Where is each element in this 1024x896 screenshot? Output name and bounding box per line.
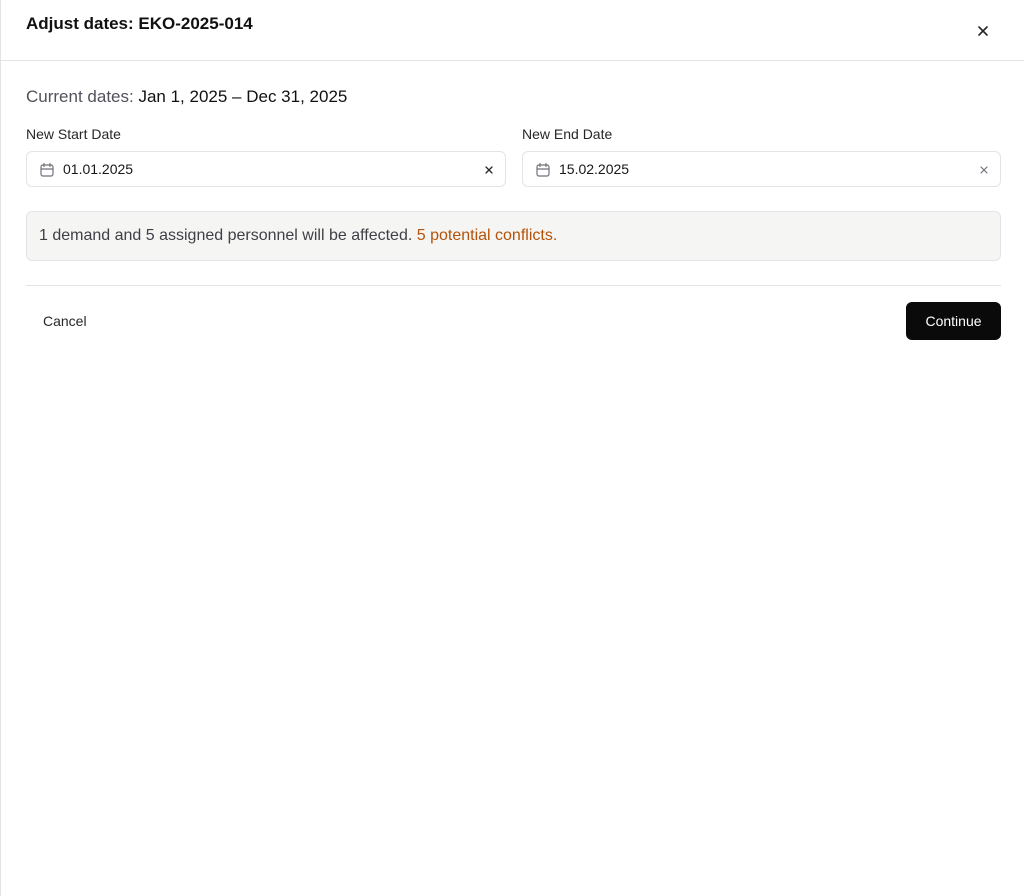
- current-dates-range: Jan 1, 2025 – Dec 31, 2025: [138, 87, 348, 106]
- impact-notice-text: 1 demand and 5 assigned personnel will b…: [39, 227, 413, 244]
- end-date-label: New End Date: [522, 126, 613, 142]
- close-button[interactable]: [971, 19, 995, 43]
- clear-icon: [485, 166, 493, 174]
- dialog-header: Adjust dates: EKO-2025-014: [1, 0, 1024, 61]
- start-date-input[interactable]: 01.01.2025: [26, 151, 506, 187]
- end-date-input[interactable]: 15.02.2025: [522, 151, 1001, 187]
- end-date-clear-button[interactable]: [977, 163, 991, 177]
- current-dates-label: Current dates:: [26, 87, 134, 106]
- continue-button[interactable]: Continue: [906, 302, 1001, 340]
- start-date-value: 01.01.2025: [63, 161, 134, 177]
- cancel-button[interactable]: Cancel: [26, 302, 104, 340]
- end-date-value: 15.02.2025: [559, 161, 630, 177]
- dialog-title: Adjust dates: EKO-2025-014: [26, 14, 253, 33]
- close-icon: [978, 26, 988, 36]
- conflicts-warning: 5 potential conflicts.: [416, 227, 558, 244]
- impact-notice: 1 demand and 5 assigned personnel will b…: [26, 211, 1001, 261]
- adjust-dates-dialog: Adjust dates: EKO-2025-014 Current dates…: [0, 0, 1024, 896]
- footer-divider: [26, 285, 1001, 286]
- calendar-icon: [40, 162, 54, 177]
- current-dates: Current dates: Jan 1, 2025 – Dec 31, 202…: [26, 87, 347, 107]
- start-date-label: New Start Date: [26, 126, 121, 142]
- calendar-icon: [536, 162, 550, 177]
- clear-icon: [980, 166, 988, 174]
- start-date-clear-button[interactable]: [482, 163, 496, 177]
